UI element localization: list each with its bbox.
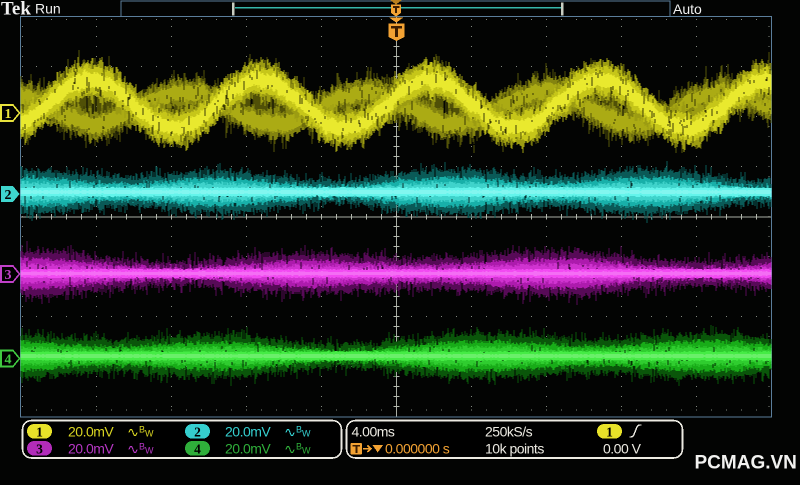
- svg-text:1: 1: [606, 424, 613, 439]
- svg-text:Auto: Auto: [673, 1, 702, 17]
- svg-text:4.00ms: 4.00ms: [352, 424, 395, 440]
- svg-text:2: 2: [5, 188, 12, 203]
- svg-text:3: 3: [5, 268, 12, 283]
- svg-text:4: 4: [5, 353, 12, 368]
- svg-text:20.0mV: 20.0mV: [68, 441, 114, 457]
- svg-text:W: W: [145, 446, 154, 456]
- svg-text:Run: Run: [35, 1, 61, 17]
- svg-text:W: W: [302, 429, 311, 439]
- svg-text:10k points: 10k points: [485, 441, 544, 457]
- svg-text:4: 4: [194, 441, 201, 456]
- svg-text:1: 1: [36, 424, 43, 439]
- svg-text:2: 2: [194, 424, 201, 439]
- svg-text:20.0mV: 20.0mV: [68, 424, 114, 440]
- svg-text:0.00 V: 0.00 V: [603, 441, 642, 457]
- svg-text:PCMAG.VN: PCMAG.VN: [695, 453, 797, 474]
- svg-text:0.000000 s: 0.000000 s: [385, 441, 450, 457]
- svg-text:Tek: Tek: [1, 0, 31, 20]
- svg-text:W: W: [145, 429, 154, 439]
- svg-text:20.0mV: 20.0mV: [225, 441, 271, 457]
- svg-text:250kS/s: 250kS/s: [485, 424, 533, 440]
- svg-text:1: 1: [5, 107, 12, 122]
- svg-text:3: 3: [36, 441, 43, 456]
- svg-text:W: W: [302, 446, 311, 456]
- svg-text:20.0mV: 20.0mV: [225, 424, 271, 440]
